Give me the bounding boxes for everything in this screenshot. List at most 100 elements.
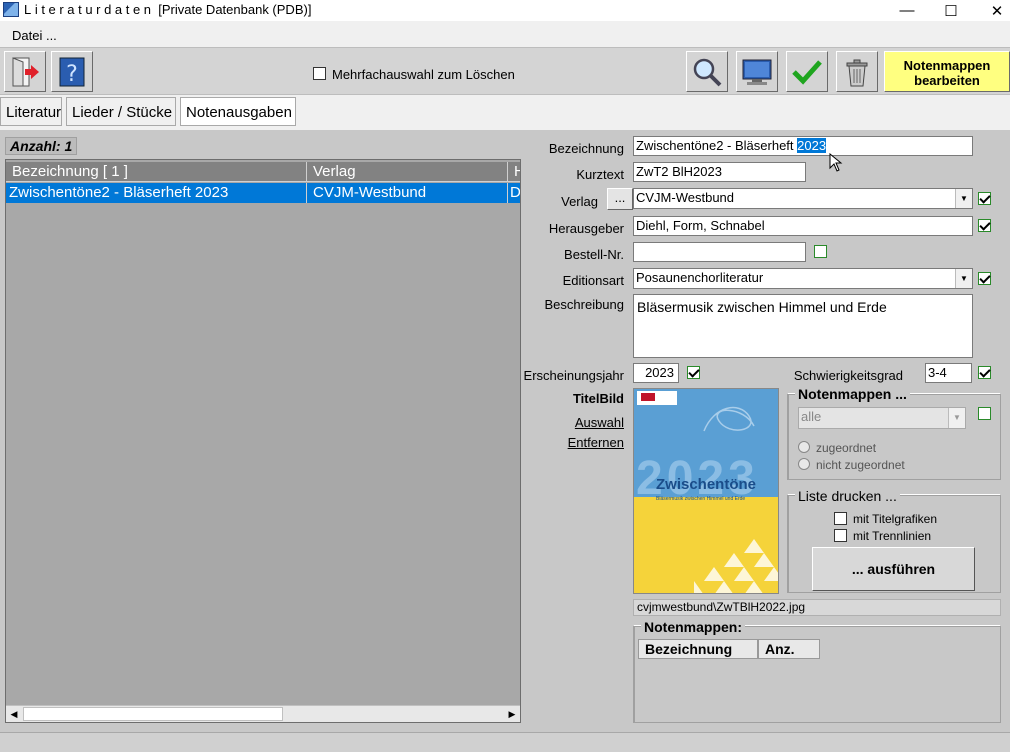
column-notenmappen-anz[interactable]: Anz. xyxy=(758,639,820,659)
row-bezeichnung: Zwischentöne2 - Bläserheft 2023 xyxy=(6,183,307,203)
schwierigkeit-label: Schwierigkeitsgrad xyxy=(793,368,903,383)
editionsart-checkbox[interactable] xyxy=(978,272,991,285)
grid-header: Bezeichnung [ 1 ] Verlag H xyxy=(6,162,520,182)
table-row[interactable]: Zwischentöne2 - Bläserheft 2023 CVJM-Wes… xyxy=(6,183,520,203)
help-button[interactable]: ? xyxy=(51,51,93,92)
toolbar: ? Mehrfachauswahl zum Löschen Notenmappe… xyxy=(0,47,1010,95)
scroll-left-icon[interactable]: ◀ xyxy=(6,706,22,722)
help-icon: ? xyxy=(59,57,85,87)
search-icon xyxy=(693,58,722,86)
exit-door-icon xyxy=(12,56,39,86)
execute-button[interactable]: ... ausführen xyxy=(812,547,975,591)
kurztext-label: Kurztext xyxy=(576,167,624,182)
results-grid[interactable]: Bezeichnung [ 1 ] Verlag H Zwischentöne2… xyxy=(5,159,521,723)
verlag-combobox[interactable]: CVJM-Westbund ▼ xyxy=(633,188,973,209)
notenmappen-filter-value: alle xyxy=(801,409,822,424)
tab-notenausgaben[interactable]: Notenausgaben xyxy=(180,97,296,126)
column-notenmappen-bezeichnung[interactable]: Bezeichnung xyxy=(638,639,758,659)
tab-literatur[interactable]: Literatur xyxy=(0,97,62,126)
editionsart-value: Posaunenchorliteratur xyxy=(636,270,764,285)
notenmappen-filter-checkbox[interactable] xyxy=(978,407,991,420)
exit-button[interactable] xyxy=(4,51,46,92)
column-verlag[interactable]: Verlag xyxy=(307,162,508,182)
multiselect-label: Mehrfachauswahl zum Löschen xyxy=(332,67,515,82)
maximize-button[interactable]: ☐ xyxy=(928,0,974,21)
bestell-label: Bestell-Nr. xyxy=(564,247,624,262)
beschreibung-field[interactable]: Bläsermusik zwischen Himmel und Erde xyxy=(633,294,973,358)
minimize-button[interactable]: — xyxy=(884,0,930,21)
schwierigkeit-field[interactable]: 3-4 xyxy=(925,363,972,383)
auswahl-link[interactable]: Auswahl xyxy=(540,415,624,430)
checkmark-icon xyxy=(792,59,822,85)
jahr-field[interactable]: 2023 xyxy=(633,363,679,383)
radio-nicht-zugeordnet[interactable] xyxy=(798,458,810,470)
verlag-value: CVJM-Westbund xyxy=(636,190,735,205)
multiselect-checkbox[interactable] xyxy=(313,67,326,80)
herausgeber-field[interactable]: Diehl, Form, Schnabel xyxy=(633,216,973,236)
mouse-cursor-icon xyxy=(829,153,843,172)
beschreibung-label: Beschreibung xyxy=(544,297,625,312)
radio-zugeordnet-label: zugeordnet xyxy=(816,441,877,455)
confirm-button[interactable] xyxy=(786,51,828,92)
scroll-thumb[interactable] xyxy=(23,707,283,721)
bestell-field[interactable] xyxy=(633,242,806,262)
search-button[interactable] xyxy=(686,51,728,92)
titelgrafiken-checkbox[interactable] xyxy=(834,512,847,525)
scroll-right-icon[interactable]: ▶ xyxy=(504,706,520,722)
kurztext-field[interactable]: ZwT2 BlH2023 xyxy=(633,162,806,182)
editionsart-combobox[interactable]: Posaunenchorliteratur ▼ xyxy=(633,268,973,289)
row-verlag: CVJM-Westbund xyxy=(307,183,508,203)
jahr-checkbox[interactable] xyxy=(687,366,700,379)
bezeichnung-text: Zwischentöne2 - Bläserheft xyxy=(636,138,798,153)
bezeichnung-field[interactable]: Zwischentöne2 - Bläserheft 2023 xyxy=(633,136,973,156)
radio-zugeordnet[interactable] xyxy=(798,441,810,453)
menu-datei[interactable]: Datei ... xyxy=(12,28,57,43)
tab-bar: Literatur Lieder / Stücke Notenausgaben xyxy=(0,96,1010,128)
chevron-down-icon[interactable]: ▼ xyxy=(955,269,972,288)
trennlinien-checkbox[interactable] xyxy=(834,529,847,542)
row-h: D xyxy=(510,184,520,201)
tab-lieder-stuecke[interactable]: Lieder / Stücke xyxy=(66,97,176,126)
menu-bar: Datei ... xyxy=(0,26,1010,46)
print-group-title: Liste drucken ... xyxy=(795,488,900,504)
delete-button[interactable] xyxy=(836,51,878,92)
editionsart-label: Editionsart xyxy=(562,273,624,288)
bestell-checkbox[interactable] xyxy=(814,245,827,258)
schwierigkeit-checkbox[interactable] xyxy=(978,366,991,379)
status-bar xyxy=(0,732,1010,752)
display-button[interactable] xyxy=(736,51,778,92)
entfernen-link[interactable]: Entfernen xyxy=(540,435,624,450)
notenmappen-list[interactable]: Bezeichnung Anz. xyxy=(638,639,997,720)
column-bezeichnung[interactable]: Bezeichnung [ 1 ] xyxy=(6,162,307,182)
notenmappen-edit-button[interactable]: Notenmappen bearbeiten xyxy=(884,51,1010,92)
image-path: cvjmwestbund\ZwTBlH2022.jpg xyxy=(633,599,1001,616)
titelbild-label: TitelBild xyxy=(572,391,624,406)
cover-image: 2023 Zwischentöne Bläsermusik zwischen H… xyxy=(633,388,779,594)
window-title-main: Literaturdaten xyxy=(24,2,155,17)
cvjm-logo xyxy=(637,391,677,405)
column-h[interactable]: H xyxy=(508,162,520,182)
jahr-label: Erscheinungsjahr xyxy=(523,368,624,383)
svg-text:?: ? xyxy=(66,62,78,87)
title-bar: Literaturdaten [Private Datenbank (PDB)]… xyxy=(0,0,1010,21)
herausgeber-label: Herausgeber xyxy=(548,221,624,236)
monitor-icon xyxy=(742,59,772,85)
titelgrafiken-label: mit Titelgrafiken xyxy=(853,512,938,526)
close-button[interactable]: ✕ xyxy=(974,0,1010,21)
verlag-browse-button[interactable]: ... xyxy=(607,188,633,210)
trash-icon xyxy=(846,59,868,86)
verlag-label: Verlag xyxy=(561,194,598,209)
horizontal-scrollbar[interactable]: ◀ ▶ xyxy=(6,705,520,722)
chevron-down-icon[interactable]: ▼ xyxy=(955,189,972,208)
chevron-down-icon[interactable]: ▼ xyxy=(948,408,965,428)
notenmappen-list-title: Notenmappen: xyxy=(641,619,745,635)
verlag-checkbox[interactable] xyxy=(978,192,991,205)
notenmappen-edit-line1: Notenmappen xyxy=(903,58,991,73)
app-icon xyxy=(3,2,19,17)
bezeichnung-selected: 2023 xyxy=(797,138,827,153)
notenmappen-filter-combobox[interactable]: alle ▼ xyxy=(798,407,966,429)
radio-nicht-zugeordnet-label: nicht zugeordnet xyxy=(816,458,905,472)
cover-triangles xyxy=(694,539,778,593)
herausgeber-checkbox[interactable] xyxy=(978,219,991,232)
window-title: Literaturdaten [Private Datenbank (PDB)] xyxy=(24,2,311,17)
